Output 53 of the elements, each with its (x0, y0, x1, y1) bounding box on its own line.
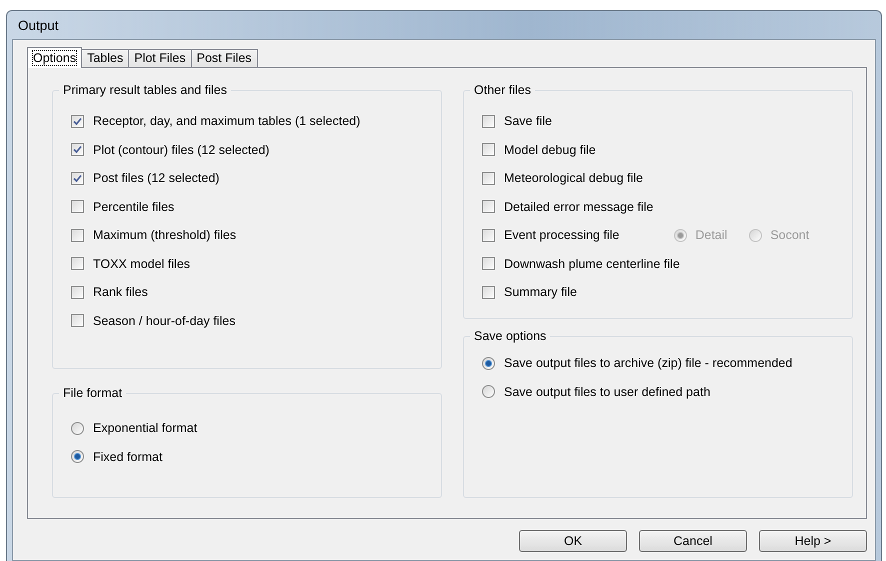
radio-label[interactable]: Exponential format (93, 421, 198, 436)
radio-button[interactable] (71, 450, 84, 464)
check-icon (73, 116, 82, 126)
checkbox[interactable] (71, 314, 84, 328)
dialog-button[interactable]: Help > (759, 530, 867, 552)
checkbox[interactable] (71, 286, 84, 299)
checkbox-label[interactable]: TOXX model files (93, 256, 190, 271)
dialog-button[interactable]: OK (519, 530, 627, 552)
checkbox-label[interactable]: Receptor, day, and maximum tables (1 selected) (93, 114, 360, 128)
checkbox[interactable] (482, 114, 495, 128)
window-title: Output (18, 18, 59, 32)
checkbox[interactable] (482, 200, 495, 214)
check-icon (73, 174, 82, 183)
checkbox[interactable] (71, 172, 84, 185)
checkbox[interactable] (482, 228, 495, 242)
tab[interactable]: Options (27, 47, 82, 68)
radio-label[interactable]: Save output files to user defined path (504, 384, 710, 399)
checkbox[interactable] (482, 286, 495, 299)
group-title: Save options (470, 329, 550, 343)
checkbox-label[interactable]: Summary file (504, 285, 577, 300)
tab[interactable]: Post Files (190, 49, 258, 67)
checkbox[interactable] (71, 114, 84, 128)
group-title: File format (59, 386, 126, 400)
checkbox-label[interactable]: Plot (contour) files (12 selected) (93, 142, 270, 157)
radio-button[interactable] (71, 422, 84, 435)
radio-label[interactable]: Save output files to archive (zip) file - recommended (504, 356, 792, 370)
checkbox[interactable] (482, 257, 495, 270)
group-title: Primary result tables and files (59, 83, 231, 97)
radio-button[interactable] (482, 385, 495, 398)
checkbox[interactable] (71, 200, 84, 214)
checkbox[interactable] (71, 228, 84, 242)
check-icon (73, 145, 82, 154)
checkbox-label[interactable]: Percentile files (93, 200, 174, 214)
checkbox[interactable] (71, 257, 84, 270)
checkbox-label[interactable]: Save file (504, 114, 552, 128)
group-title: Other files (470, 83, 535, 97)
dialog-button[interactable]: Cancel (639, 530, 747, 552)
checkbox-label[interactable]: Post files (12 selected) (93, 171, 220, 186)
checkbox-label[interactable]: Model debug file (504, 142, 596, 157)
checkbox-label[interactable]: Downwash plume centerline file (504, 256, 680, 271)
radio-label[interactable]: Fixed format (93, 450, 162, 464)
tab[interactable]: Tables (81, 49, 130, 67)
checkbox-label[interactable]: Season / hour-of-day files (93, 314, 236, 328)
checkbox[interactable] (71, 143, 84, 156)
checkbox-label[interactable]: Rank files (93, 285, 148, 300)
checkbox-label[interactable]: Maximum (threshold) files (93, 228, 236, 242)
checkbox-label[interactable]: Detailed error message file (504, 200, 654, 214)
radio-button[interactable] (482, 356, 495, 370)
checkbox[interactable] (482, 172, 495, 185)
checkbox[interactable] (482, 143, 495, 156)
tab[interactable]: Plot Files (128, 49, 192, 67)
checkbox-label[interactable]: Meteorological debug file (504, 171, 643, 186)
checkbox-label[interactable]: Event processing file (504, 228, 620, 242)
